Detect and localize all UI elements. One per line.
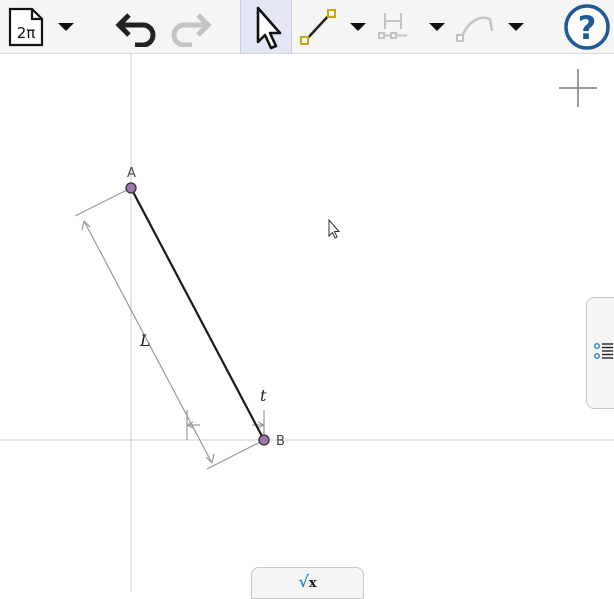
cursor-arrow-icon bbox=[256, 6, 282, 49]
measure-tool-button[interactable] bbox=[374, 0, 416, 53]
algebra-list-icon bbox=[594, 343, 613, 359]
graphics-canvas[interactable]: A B L t bbox=[0, 54, 614, 592]
curve-tool-button[interactable] bbox=[454, 0, 496, 53]
radical-icon: √ bbox=[298, 572, 309, 591]
undo-button[interactable] bbox=[113, 0, 161, 53]
length-dimension bbox=[74, 187, 265, 470]
rounding-label: 2π bbox=[17, 24, 36, 42]
point-b[interactable] bbox=[258, 434, 270, 446]
tick-label: t bbox=[260, 386, 267, 405]
algebra-view-toggle[interactable] bbox=[586, 297, 614, 409]
segment-ab[interactable] bbox=[130, 187, 265, 441]
curve-tool-icon bbox=[456, 16, 494, 42]
undo-icon bbox=[115, 12, 156, 47]
chevron-down-icon bbox=[350, 22, 366, 31]
help-label: ? bbox=[578, 9, 597, 47]
curve-tool-dropdown[interactable] bbox=[505, 0, 527, 53]
point-b-label: B bbox=[276, 434, 285, 449]
toolbar: 2π ? bbox=[0, 0, 614, 54]
chevron-down-icon bbox=[58, 22, 74, 31]
measure-tool-icon bbox=[378, 12, 407, 39]
point-a[interactable] bbox=[125, 182, 137, 194]
help-icon: ? bbox=[564, 3, 610, 50]
chevron-down-icon bbox=[508, 22, 524, 31]
chevron-down-icon bbox=[429, 22, 445, 31]
redo-button[interactable] bbox=[166, 0, 214, 53]
segment-tool-icon bbox=[300, 8, 336, 45]
move-tool-button[interactable] bbox=[240, 0, 292, 53]
crosshair-icon[interactable] bbox=[559, 69, 597, 107]
file-2pi-icon: 2π bbox=[8, 7, 44, 46]
length-label: L bbox=[139, 331, 151, 350]
help-button[interactable]: ? bbox=[562, 0, 612, 53]
input-bar-label: √x bbox=[298, 572, 316, 598]
segment-tool-button[interactable] bbox=[298, 0, 340, 53]
redo-icon bbox=[171, 12, 212, 47]
point-a-label: A bbox=[127, 166, 136, 181]
segment-tool-dropdown[interactable] bbox=[347, 0, 369, 53]
input-bar-toggle[interactable]: √x bbox=[251, 567, 364, 599]
file-menu-button[interactable]: 2π bbox=[4, 0, 48, 53]
measure-tool-dropdown[interactable] bbox=[426, 0, 448, 53]
file-menu-dropdown[interactable] bbox=[55, 0, 77, 53]
mouse-cursor-icon bbox=[328, 218, 341, 239]
graphics-view[interactable]: A B L t bbox=[0, 54, 614, 592]
input-x-label: x bbox=[308, 576, 317, 591]
